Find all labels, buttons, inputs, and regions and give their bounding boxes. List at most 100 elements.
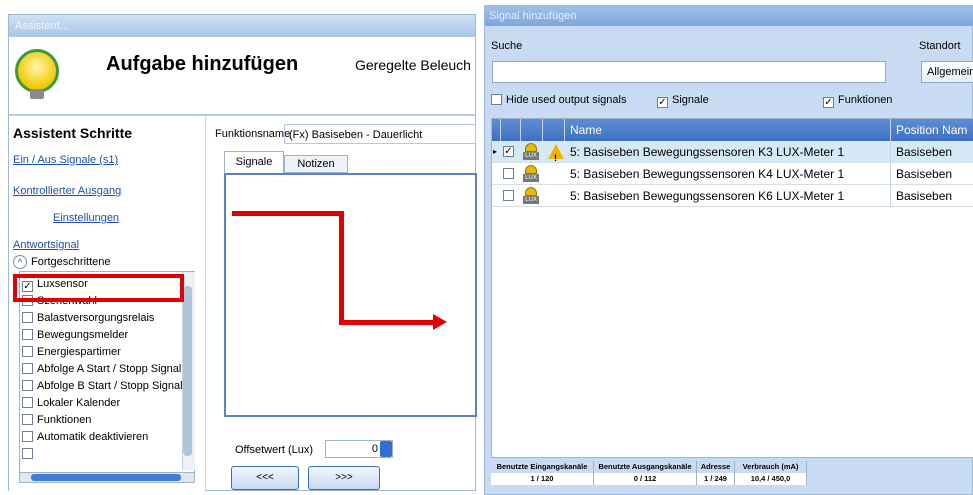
spin-icon[interactable] [380,441,392,457]
row-name: 5: Basiseben Bewegungssensoren K6 LUX-Me… [570,189,845,203]
status-value: 1 / 249 [697,473,735,485]
status-value: 10,4 / 450,0 [735,473,807,485]
tab-signals[interactable]: Signale [224,151,284,173]
list-item-label: Energiespartimer [37,346,121,358]
step-link-settings[interactable]: Einstellungen [53,212,119,224]
status-header: Benutzte Eingangskanäle [491,461,594,473]
scroll-thumb[interactable] [183,286,192,456]
signal-drop-area[interactable] [224,173,477,417]
list-item-label: Lokaler Kalender [37,397,121,409]
list-item-label: Funktionen [37,414,92,426]
tab-notes[interactable]: Notizen [284,155,348,173]
table-row[interactable]: LUX 5: Basiseben Bewegungssensoren K4 LU… [492,163,973,185]
row-position: Basiseben [896,189,953,203]
signal-table: Name Position Nam ▸ ✓ LUX ! 5: Basiseben… [491,118,973,458]
option-label: Hide used output signals [506,94,627,106]
checkbox[interactable] [22,312,33,323]
location-select[interactable]: Allgemein [921,61,973,83]
table-row[interactable]: ▸ ✓ LUX ! 5: Basiseben Bewegungssensoren… [492,141,973,163]
function-name-label: Funktionsname [215,128,291,140]
column-position[interactable]: Position Nam [896,119,967,141]
location-label: Standort [919,40,961,52]
step-link-output[interactable]: Kontrollierter Ausgang [13,185,121,197]
list-item[interactable]: Funktionen [22,412,91,429]
list-item-label: Abfolge A Start / Stopp Signal [37,363,182,375]
checkbox[interactable] [503,168,514,179]
highlight-box [13,274,184,302]
checkbox[interactable] [503,190,514,201]
option-label: Signale [672,94,709,106]
option-hide-used[interactable]: Hide used output signals [491,94,626,106]
page-title: Aufgabe hinzufügen [106,53,299,75]
list-item-label: Balastversorgungsrelais [37,312,155,324]
option-functions[interactable]: ✓ Funktionen [823,94,892,108]
checkbox[interactable] [22,414,33,425]
list-item[interactable]: Abfolge B Start / Stopp Signal [22,378,183,395]
row-position: Basiseben [896,167,953,181]
status-bar: Benutzte Eingangskanäle Benutzte Ausgang… [491,461,813,487]
lux-sensor-icon: LUX [523,165,539,183]
checkbox[interactable] [22,329,33,340]
step-link-signals[interactable]: Ein / Aus Signale (s1) [13,154,118,166]
offset-label: Offsetwert (Lux) [235,444,314,456]
option-label: Funktionen [838,94,893,106]
arrow-head-icon [433,314,447,330]
next-button[interactable]: >>> [308,466,380,490]
checkbox[interactable] [22,363,33,374]
advanced-list: ✓ Luxsensor Szenenwahl Balastversorgungsr… [19,271,195,483]
table-header: Name Position Nam [492,119,973,141]
arrow-segment [339,320,435,325]
list-item[interactable]: Bewegungsmelder [22,327,128,344]
list-item-label: Bewegungsmelder [37,329,129,341]
search-input[interactable] [492,61,886,83]
search-label: Suche [491,40,523,52]
status-header: Adresse [697,461,735,473]
column-name[interactable]: Name [570,119,602,141]
checkbox[interactable] [22,431,33,442]
checkbox[interactable] [22,448,33,459]
list-item[interactable]: Energiespartimer [22,344,121,361]
add-signal-window: Signal hinzufügen Suche Standort Allgeme… [484,5,973,495]
list-item[interactable]: Abfolge A Start / Stopp Signal [22,361,181,378]
function-name-field[interactable]: (Fx) Basiseben - Dauerlicht [284,124,476,144]
checkbox[interactable] [491,94,502,105]
list-item[interactable]: Lokaler Kalender [22,395,120,412]
bulb-base [30,89,44,99]
list-item[interactable]: Automatik deaktivieren [22,429,148,446]
checkbox[interactable] [22,397,33,408]
arrow-segment [232,211,344,216]
checkbox[interactable]: ✓ [657,97,668,108]
table-row[interactable]: LUX 5: Basiseben Bewegungssensoren K6 LU… [492,185,973,207]
back-button[interactable]: <<< [231,466,299,490]
lux-sensor-icon: LUX [523,187,539,205]
status-header: Benutzte Ausgangskanäle [594,461,697,473]
steps-panel: Assistent Schritte Ein / Aus Signale (s1… [9,116,206,492]
light-bulb-icon [15,49,59,93]
step-link-response[interactable]: Antwortsignal [13,239,79,251]
row-name: 5: Basiseben Bewegungssensoren K4 LUX-Me… [570,167,845,181]
status-value: 0 / 112 [594,473,697,485]
status-header: Verbrauch (mA) [735,461,807,473]
chevron-up-icon[interactable]: ^ [13,255,27,269]
checkbox[interactable]: ✓ [823,97,834,108]
row-name: 5: Basiseben Bewegungssensoren K3 LUX-Me… [570,145,845,159]
status-value: 1 / 120 [491,473,594,485]
list-item-label: Automatik deaktivieren [37,431,149,443]
lux-sensor-icon: LUX [523,143,539,161]
arrow-segment [339,211,344,325]
list-item[interactable]: Balastversorgungsrelais [22,310,154,327]
list-item[interactable] [22,446,37,463]
assistant-window: Assistent... Aufgabe hinzufügen Geregelt… [8,14,477,492]
steps-heading: Assistent Schritte [13,125,133,141]
checkbox[interactable] [22,346,33,357]
checkbox[interactable] [22,380,33,391]
window-title: Assistent... [9,15,475,37]
window-title: Signal hinzufügen [485,6,973,26]
advanced-label: Fortgeschrittene [31,256,111,268]
option-signals[interactable]: ✓ Signale [657,94,709,108]
row-pointer-icon: ▸ [493,147,498,156]
list-item-label: Abfolge B Start / Stopp Signal [37,380,183,392]
checkbox[interactable]: ✓ [503,146,514,157]
scroll-thumb[interactable] [31,474,181,481]
page-subtitle: Geregelte Beleuch [355,57,471,73]
